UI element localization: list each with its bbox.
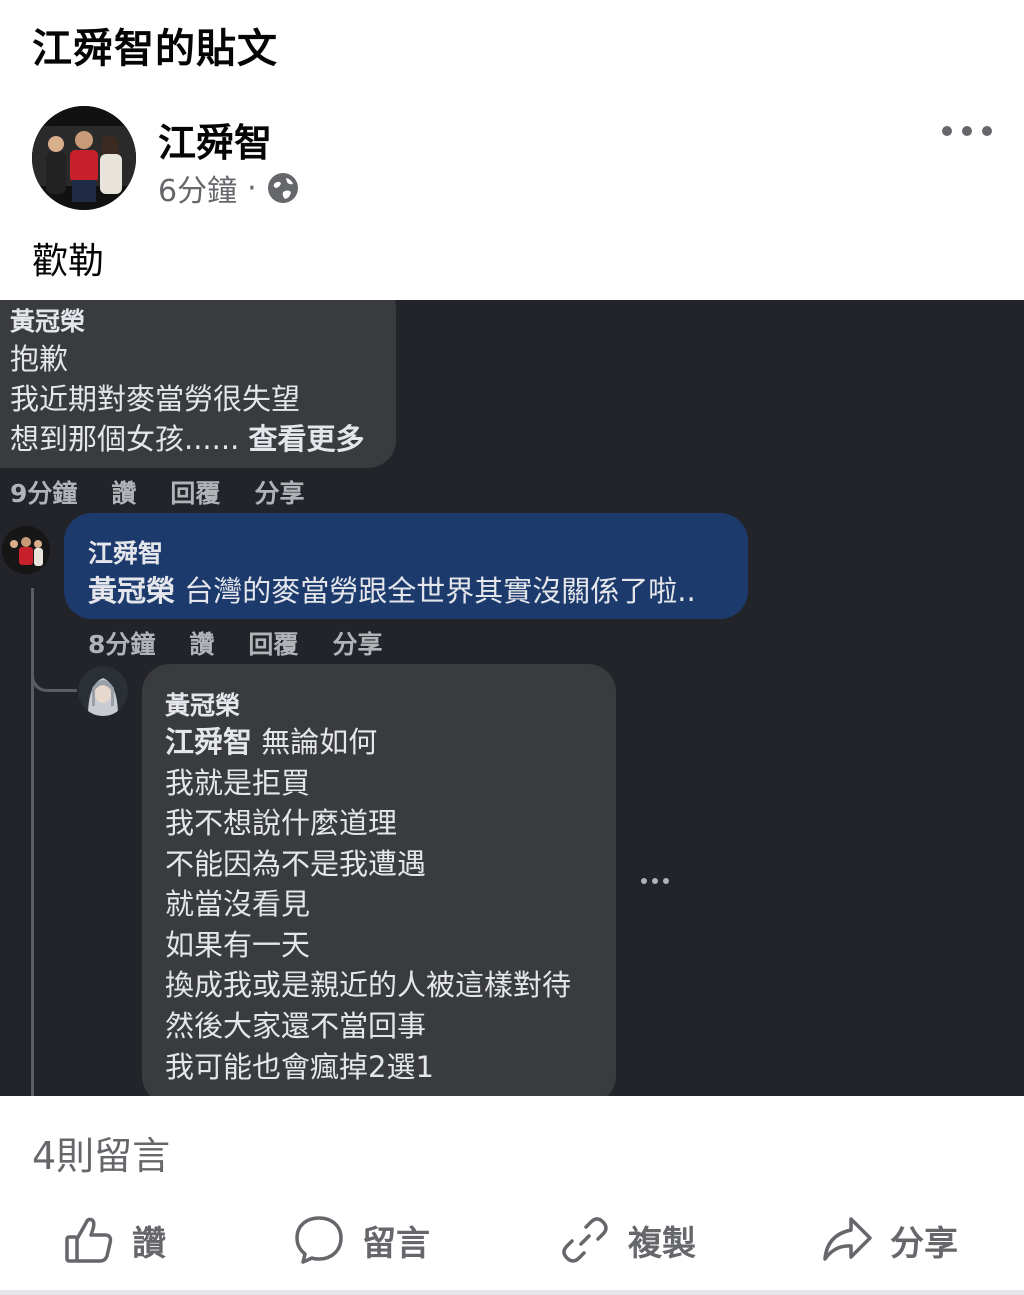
comment-line: 我就是拒買 <box>165 766 311 800</box>
comment-reply: 回覆 <box>170 479 221 508</box>
comment-more-icon <box>641 878 669 886</box>
comment-text: 台灣的麥當勞跟全世界其實沒關係了啦.. <box>184 574 696 608</box>
copy-label: 複製 <box>628 1223 696 1264</box>
comment-time: 9分鐘 <box>10 479 78 508</box>
comment-text: 無論如何 <box>261 725 378 759</box>
comment-time: 8分鐘 <box>88 630 156 659</box>
meta-separator: · <box>247 170 257 206</box>
comment-line: 換成我或是親近的人被這樣對待 <box>165 968 572 1002</box>
like-label: 讚 <box>132 1223 166 1264</box>
comment-line: 抱歉 <box>10 342 69 376</box>
comment-button[interactable]: 留言 <box>292 1210 430 1270</box>
post-meta: 6分鐘 · <box>158 166 299 210</box>
comment-share: 分享 <box>254 479 305 508</box>
comment-line: 就當沒看見 <box>165 887 311 921</box>
comment-author: 黃冠榮 <box>10 307 86 336</box>
comment-line: 如果有一天 <box>165 928 311 962</box>
comment-label: 留言 <box>362 1223 430 1264</box>
post-time[interactable]: 6分鐘 <box>158 166 237 210</box>
comment-author: 江舜智 <box>88 539 164 568</box>
share-arrow-icon <box>823 1217 872 1261</box>
comment-line: 我近期對麥當勞很失望 <box>10 382 301 416</box>
divider <box>0 1290 1024 1295</box>
comment-reply: 回覆 <box>248 630 299 659</box>
mention-tag: 黃冠榮 <box>88 574 176 608</box>
comment-line: 江舜智 無論如何 <box>165 719 377 761</box>
comment-line: 黃冠榮 台灣的麥當勞跟全世界其實沒關係了啦.. <box>88 568 696 610</box>
shared-screenshot-image: 黃冠榮 抱歉 我近期對麥當勞很失望 想到那個女孩...... 查看更多 9分鐘 … <box>0 300 1024 1096</box>
page-title: 江舜智的貼文 <box>32 26 278 72</box>
post-author-name[interactable]: 江舜智 <box>158 112 272 167</box>
comment-line: 我不想說什麼道理 <box>165 806 398 840</box>
comment-line: 不能因為不是我遭遇 <box>165 847 427 881</box>
mention-tag: 江舜智 <box>165 725 253 759</box>
comment-line-text: 想到那個女孩...... <box>10 422 240 456</box>
comment-count[interactable]: 4則留言 <box>32 1125 170 1180</box>
comment-line: 然後大家還不當回事 <box>165 1009 427 1043</box>
comment-like: 讚 <box>111 479 137 508</box>
copy-button[interactable]: 複製 <box>558 1210 696 1270</box>
comment-bubble-icon <box>295 1216 343 1264</box>
share-label: 分享 <box>890 1223 958 1264</box>
comment-line: 我可能也會瘋掉2選1 <box>165 1050 434 1084</box>
comment-like: 讚 <box>189 630 215 659</box>
thread-branch <box>31 660 77 692</box>
author-avatar[interactable] <box>32 106 136 210</box>
action-bar: 讚 留言 複製 分享 <box>0 1196 1024 1286</box>
link-icon <box>562 1217 608 1263</box>
comment-meta: 8分鐘 讚 回覆 分享 <box>88 625 382 661</box>
globe-icon <box>267 173 298 203</box>
share-button[interactable]: 分享 <box>820 1210 958 1270</box>
like-button[interactable]: 讚 <box>62 1210 166 1270</box>
commenter-avatar <box>2 526 50 574</box>
comment-author: 黃冠榮 <box>165 691 241 720</box>
more-options-icon[interactable] <box>942 116 992 146</box>
thumbs-up-icon <box>65 1217 113 1263</box>
comment-meta: 9分鐘 讚 回覆 分享 <box>10 474 304 510</box>
comment-share: 分享 <box>332 630 383 659</box>
see-more-link: 查看更多 <box>248 422 365 456</box>
comment-line: 想到那個女孩...... 查看更多 <box>10 416 365 458</box>
commenter-avatar <box>78 666 128 716</box>
post-text: 歡勒 <box>32 241 105 282</box>
